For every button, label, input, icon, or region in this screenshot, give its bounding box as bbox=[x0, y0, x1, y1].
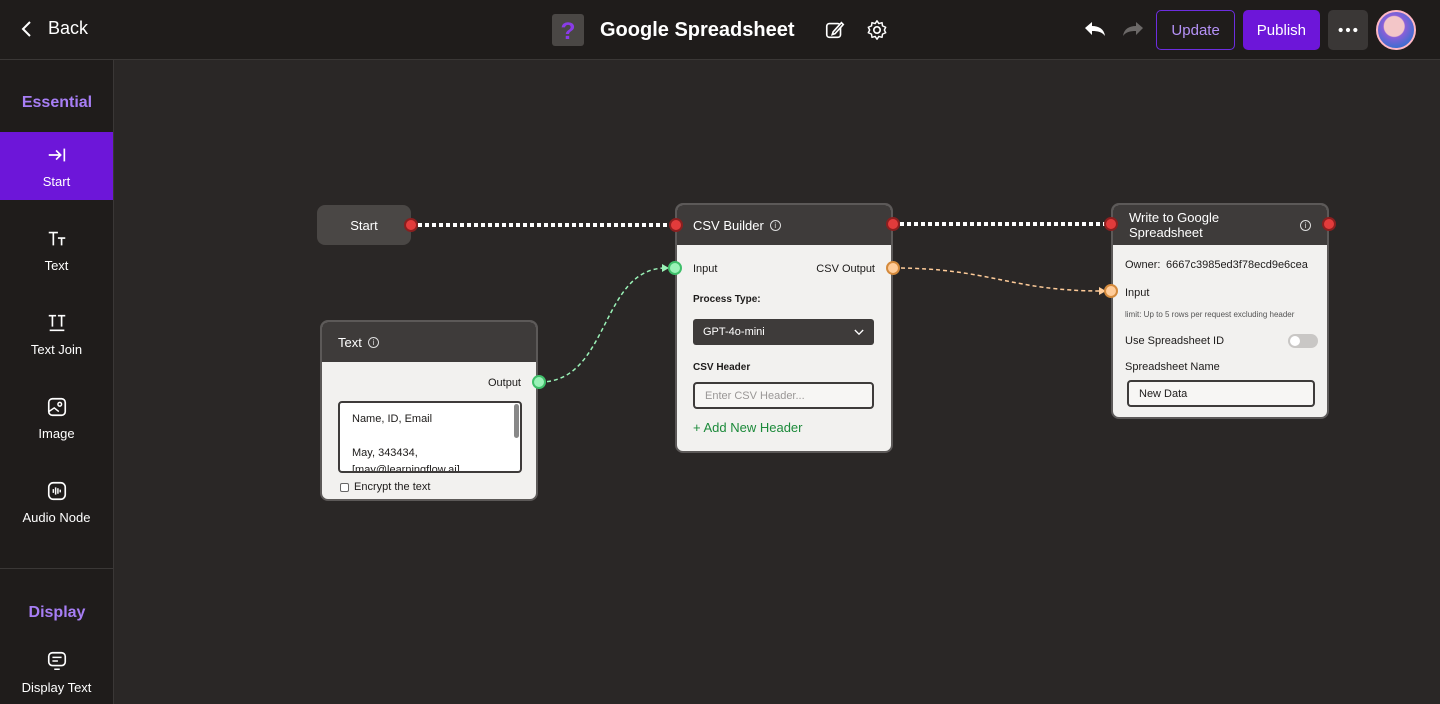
chevron-left-icon bbox=[21, 20, 31, 37]
info-icon[interactable]: i bbox=[1300, 219, 1311, 231]
encrypt-checkbox[interactable] bbox=[340, 483, 349, 492]
header-actions: Update Publish bbox=[1080, 10, 1416, 50]
sidebar-item-label: Audio Node bbox=[22, 509, 91, 525]
info-icon[interactable]: i bbox=[769, 219, 781, 231]
start-node-label: Start bbox=[350, 217, 378, 233]
text-node-header: Text i bbox=[322, 322, 536, 362]
sidebar-item-start[interactable]: Start bbox=[0, 132, 113, 200]
sidebar-item-label: Start bbox=[42, 173, 71, 189]
undo-icon bbox=[1085, 22, 1106, 36]
redo-icon bbox=[1123, 22, 1144, 36]
csv-header-placeholder: Enter CSV Header... bbox=[705, 389, 805, 402]
sidebar-item-image[interactable]: Image bbox=[0, 384, 113, 452]
start-node[interactable]: Start bbox=[317, 205, 411, 245]
node-sidebar: Essential Start Text Text Join Image Aud… bbox=[0, 60, 114, 704]
avatar[interactable] bbox=[1376, 10, 1416, 50]
sidebar-item-label: Text bbox=[44, 257, 69, 273]
process-type-select[interactable]: GPT-4o-mini bbox=[693, 319, 874, 345]
limit-text: limit: Up to 5 rows per request excludin… bbox=[1125, 310, 1295, 319]
sheet-node-header: Write to Google Spreadsheet i bbox=[1113, 205, 1327, 245]
sidebar-divider bbox=[0, 568, 113, 569]
more-options-button[interactable] bbox=[1328, 10, 1368, 50]
sidebar-item-text-join[interactable]: Text Join bbox=[0, 300, 113, 368]
gear-icon bbox=[867, 20, 886, 40]
textarea-scrollbar[interactable] bbox=[514, 404, 519, 438]
audio-icon bbox=[47, 481, 66, 500]
image-icon bbox=[47, 397, 66, 416]
svg-text:?: ? bbox=[561, 18, 576, 44]
sidebar-item-label: Text Join bbox=[30, 341, 83, 357]
csv-builder-node[interactable]: CSV Builder i Input CSV Output Process T… bbox=[675, 203, 893, 453]
info-icon[interactable]: i bbox=[367, 336, 379, 348]
sheet-name-input[interactable]: New Data bbox=[1127, 380, 1315, 407]
sheet-name-value: New Data bbox=[1139, 387, 1188, 400]
owner-value: 6667c3985ed3f78ecd9e6cea bbox=[1166, 259, 1308, 271]
sheet-input-label: Input bbox=[1125, 287, 1150, 299]
text-content-area[interactable]: Name, ID, Email May, 343434, [may@learni… bbox=[338, 401, 522, 473]
process-type-value: GPT-4o-mini bbox=[703, 326, 765, 338]
settings-button[interactable] bbox=[861, 14, 893, 46]
sidebar-item-display-text[interactable]: Display Text bbox=[0, 640, 113, 704]
section-title-display: Display bbox=[28, 604, 86, 621]
ellipsis-icon bbox=[1338, 27, 1358, 33]
text-node[interactable]: Text i Output Name, ID, Email May, 34343… bbox=[320, 320, 538, 501]
sheet-input-port[interactable] bbox=[1104, 284, 1118, 298]
sidebar-item-text[interactable]: Text bbox=[0, 216, 113, 284]
pencil-edit-icon bbox=[825, 21, 844, 39]
sheet-output-flow-port[interactable] bbox=[1322, 217, 1336, 231]
edge-text-to-csv bbox=[539, 267, 667, 383]
update-button[interactable]: Update bbox=[1156, 10, 1235, 50]
process-type-label: Process Type: bbox=[693, 294, 761, 305]
back-label: Back bbox=[48, 18, 89, 38]
title-group: ? Google Spreadsheet bbox=[552, 14, 893, 46]
csv-input-flow-port[interactable] bbox=[669, 218, 683, 232]
page-title: Google Spreadsheet bbox=[600, 18, 795, 41]
question-mark-icon: ? bbox=[561, 18, 576, 44]
back-button[interactable]: Back bbox=[20, 18, 88, 39]
display-text-icon bbox=[47, 651, 66, 670]
csv-header-label: CSV Header bbox=[693, 362, 751, 373]
publish-button[interactable]: Publish bbox=[1242, 10, 1320, 50]
chevron-down-icon bbox=[854, 329, 864, 335]
csv-node-title: CSV Builder bbox=[693, 217, 764, 233]
csv-header-input[interactable]: Enter CSV Header... bbox=[693, 382, 874, 409]
redo-button[interactable] bbox=[1118, 15, 1148, 45]
edge-csv-to-sheet-data bbox=[893, 267, 1103, 292]
csv-output-flow-port[interactable] bbox=[886, 217, 900, 231]
sheet-input-flow-port[interactable] bbox=[1104, 217, 1118, 231]
encrypt-label: Encrypt the text bbox=[354, 481, 431, 493]
app-icon: ? bbox=[552, 14, 584, 46]
start-output-port[interactable] bbox=[404, 218, 418, 232]
text-node-title: Text bbox=[338, 334, 362, 350]
sidebar-item-audio-node[interactable]: Audio Node bbox=[0, 468, 113, 536]
edit-title-button[interactable] bbox=[819, 14, 851, 46]
section-title-essential: Essential bbox=[21, 94, 93, 111]
csv-input-label: Input bbox=[693, 263, 718, 275]
sheet-node-title: Write to Google Spreadsheet bbox=[1129, 210, 1220, 240]
sidebar-item-label: Display Text bbox=[21, 679, 92, 695]
text-join-icon bbox=[48, 314, 65, 331]
add-header-link[interactable]: + Add New Header bbox=[693, 420, 802, 435]
use-id-label: Use Spreadsheet ID bbox=[1125, 335, 1225, 347]
google-spreadsheet-node[interactable]: Write to Google Spreadsheet i Owner: 666… bbox=[1111, 203, 1329, 419]
csv-input-port[interactable] bbox=[668, 261, 682, 275]
owner-label: Owner: bbox=[1125, 259, 1161, 271]
sheet-name-label: Spreadsheet Name bbox=[1125, 361, 1220, 373]
undo-button[interactable] bbox=[1080, 15, 1110, 45]
use-id-toggle[interactable] bbox=[1288, 334, 1318, 348]
csv-output-port[interactable] bbox=[886, 261, 900, 275]
sidebar-item-label: Image bbox=[38, 425, 75, 441]
csv-output-label: CSV Output bbox=[816, 263, 875, 275]
text-icon bbox=[48, 231, 65, 245]
csv-node-header: CSV Builder i bbox=[677, 205, 891, 245]
text-output-label: Output bbox=[487, 377, 521, 389]
top-bar: Back ? Google Spreadsheet Update Publish bbox=[0, 0, 1440, 60]
arrow-right-bar-icon bbox=[48, 148, 65, 161]
text-output-port[interactable] bbox=[532, 375, 546, 389]
